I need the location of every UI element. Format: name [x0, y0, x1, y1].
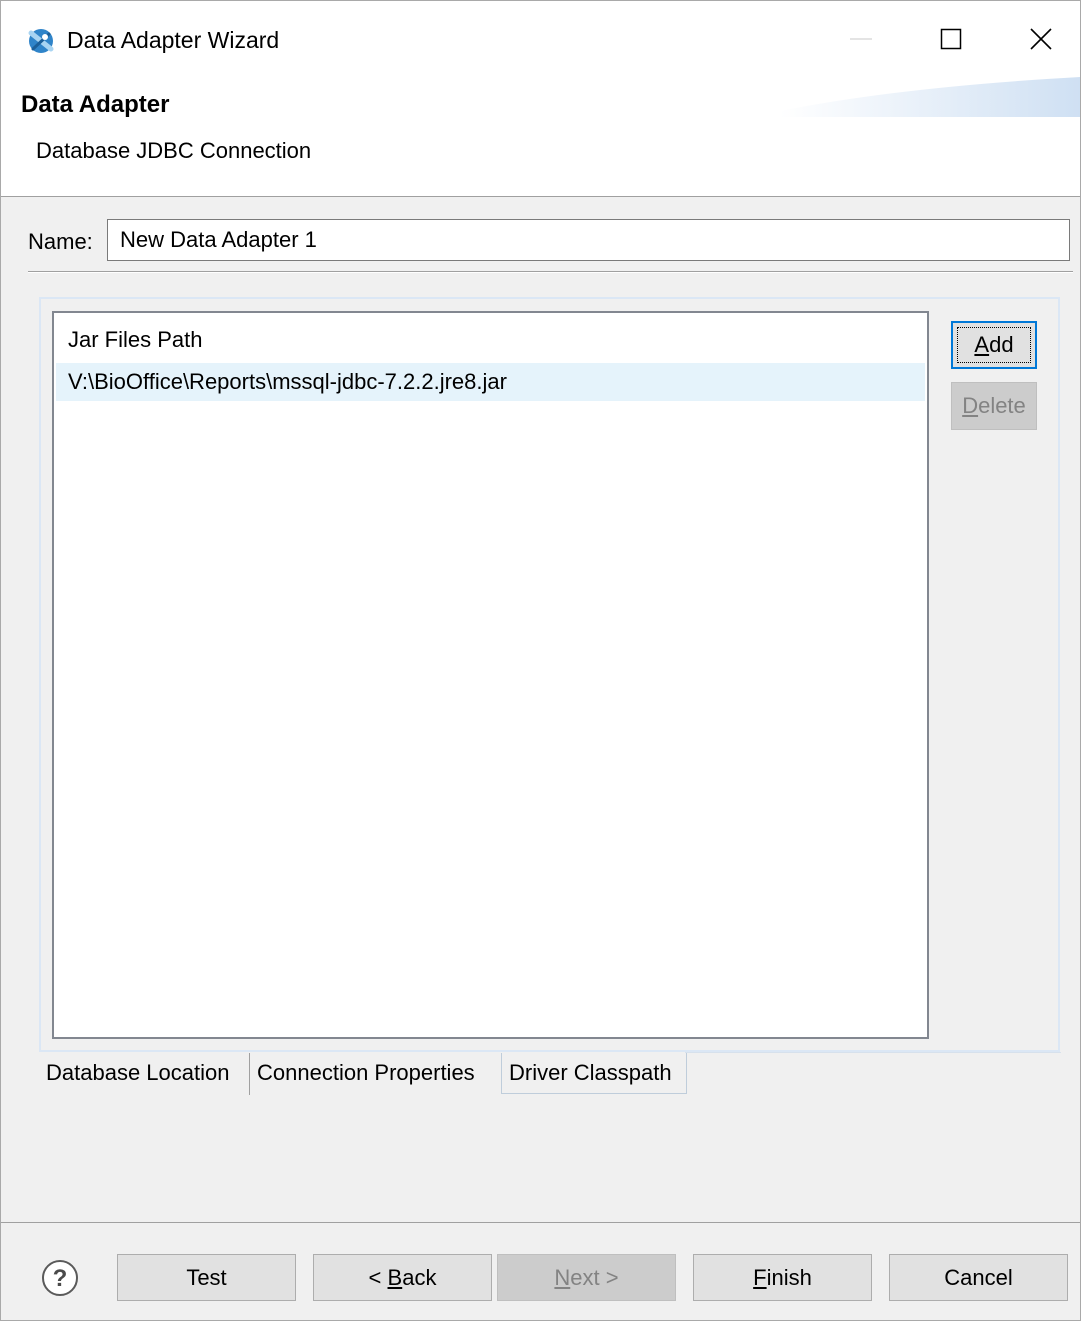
- tab-label: Database Location: [46, 1060, 230, 1085]
- wizard-header: Data Adapter Database JDBC Connection: [1, 77, 1080, 197]
- cancel-button-label: Cancel: [944, 1264, 1013, 1290]
- finish-button[interactable]: Finish: [693, 1254, 872, 1301]
- test-button-label: Test: [186, 1264, 227, 1290]
- cancel-button[interactable]: Cancel: [889, 1254, 1068, 1301]
- name-input[interactable]: [107, 219, 1070, 261]
- next-button-label: Next >: [554, 1264, 619, 1290]
- focus-ring: [957, 327, 1031, 363]
- close-button[interactable]: [996, 9, 1080, 69]
- minimize-button[interactable]: [816, 9, 906, 69]
- delete-button-label: Delete: [962, 393, 1026, 418]
- separator: [28, 271, 1073, 273]
- back-button-label: < Back: [368, 1264, 437, 1290]
- wizard-window: Data Adapter Wizard Data Adapter Databas…: [0, 0, 1081, 1321]
- tab-label: Connection Properties: [257, 1060, 475, 1085]
- name-label: Name:: [28, 229, 93, 254]
- footer-separator: [1, 1222, 1080, 1223]
- tab-database-location[interactable]: Database Location: [31, 1053, 249, 1095]
- add-button[interactable]: Add: [951, 321, 1037, 369]
- tab-connection-properties[interactable]: Connection Properties: [249, 1053, 502, 1095]
- back-button[interactable]: < Back: [313, 1254, 492, 1301]
- page-subtitle: Database JDBC Connection: [36, 138, 312, 163]
- tab-strip-border: [685, 1052, 1061, 1053]
- svg-text:?: ?: [53, 1265, 68, 1292]
- tab-driver-classpath[interactable]: Driver Classpath: [501, 1053, 687, 1094]
- help-icon[interactable]: ?: [41, 1259, 79, 1297]
- title-bar: Data Adapter Wizard: [1, 1, 1080, 77]
- next-button[interactable]: Next >: [497, 1254, 676, 1301]
- maximize-button[interactable]: [906, 9, 996, 69]
- jar-path-cell: V:\BioOffice\Reports\mssql-jdbc-7.2.2.jr…: [68, 369, 507, 394]
- jar-files-table[interactable]: Jar Files Path V:\BioOffice\Reports\mssq…: [52, 311, 929, 1039]
- close-icon: [1030, 28, 1052, 50]
- tab-label: Driver Classpath: [509, 1060, 672, 1085]
- minimize-icon: [850, 38, 872, 40]
- window-title: Data Adapter Wizard: [67, 27, 280, 53]
- page-title: Data Adapter: [21, 91, 170, 118]
- app-logo-icon: [28, 29, 54, 53]
- maximize-icon: [940, 28, 962, 50]
- header-banner-graphic: [780, 77, 1080, 117]
- finish-button-label: Finish: [753, 1264, 812, 1290]
- delete-button[interactable]: Delete: [951, 382, 1037, 430]
- test-button[interactable]: Test: [117, 1254, 296, 1301]
- column-header-jar-files-path: Jar Files Path: [68, 327, 203, 352]
- table-row[interactable]: V:\BioOffice\Reports\mssql-jdbc-7.2.2.jr…: [56, 363, 925, 401]
